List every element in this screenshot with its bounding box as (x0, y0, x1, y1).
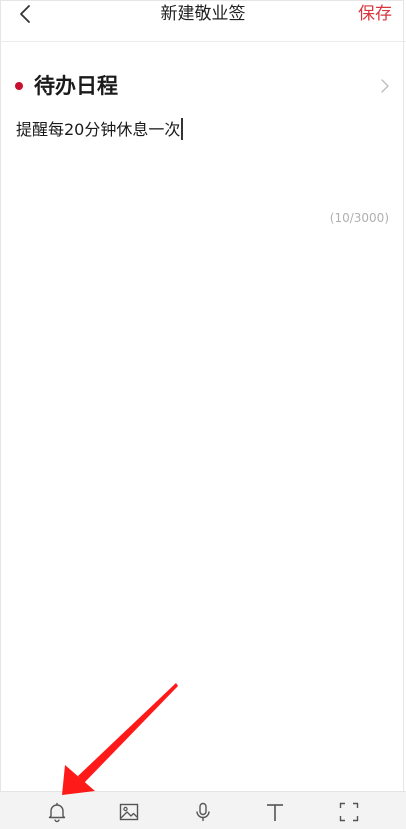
page-title: 新建敬业签 (160, 4, 246, 24)
fullscreen-button[interactable] (338, 801, 360, 823)
text-icon (267, 804, 283, 821)
note-editor[interactable]: 提醒每20分钟休息一次 (16, 118, 184, 141)
bottom-toolbar (0, 791, 406, 829)
save-button[interactable]: 保存 (358, 3, 392, 25)
fullscreen-icon (339, 802, 359, 822)
category-selector[interactable]: 待办日程 (0, 70, 406, 104)
category-chevron (380, 78, 390, 94)
text-format-button[interactable] (264, 801, 286, 823)
header-bar: 新建敬业签 保存 (0, 0, 406, 42)
category-label: 待办日程 (34, 74, 118, 98)
reminder-button[interactable] (46, 801, 68, 823)
voice-input-button[interactable] (192, 801, 214, 823)
microphone-icon (196, 802, 210, 821)
insert-image-button[interactable] (118, 801, 140, 823)
chevron-right-icon (381, 79, 389, 93)
category-color-dot (15, 82, 23, 90)
note-content: 提醒每20分钟休息一次 (16, 120, 181, 139)
bell-icon (48, 802, 66, 823)
image-icon (119, 803, 139, 821)
text-caret (181, 118, 184, 140)
character-counter: (10/3000) (329, 211, 389, 225)
